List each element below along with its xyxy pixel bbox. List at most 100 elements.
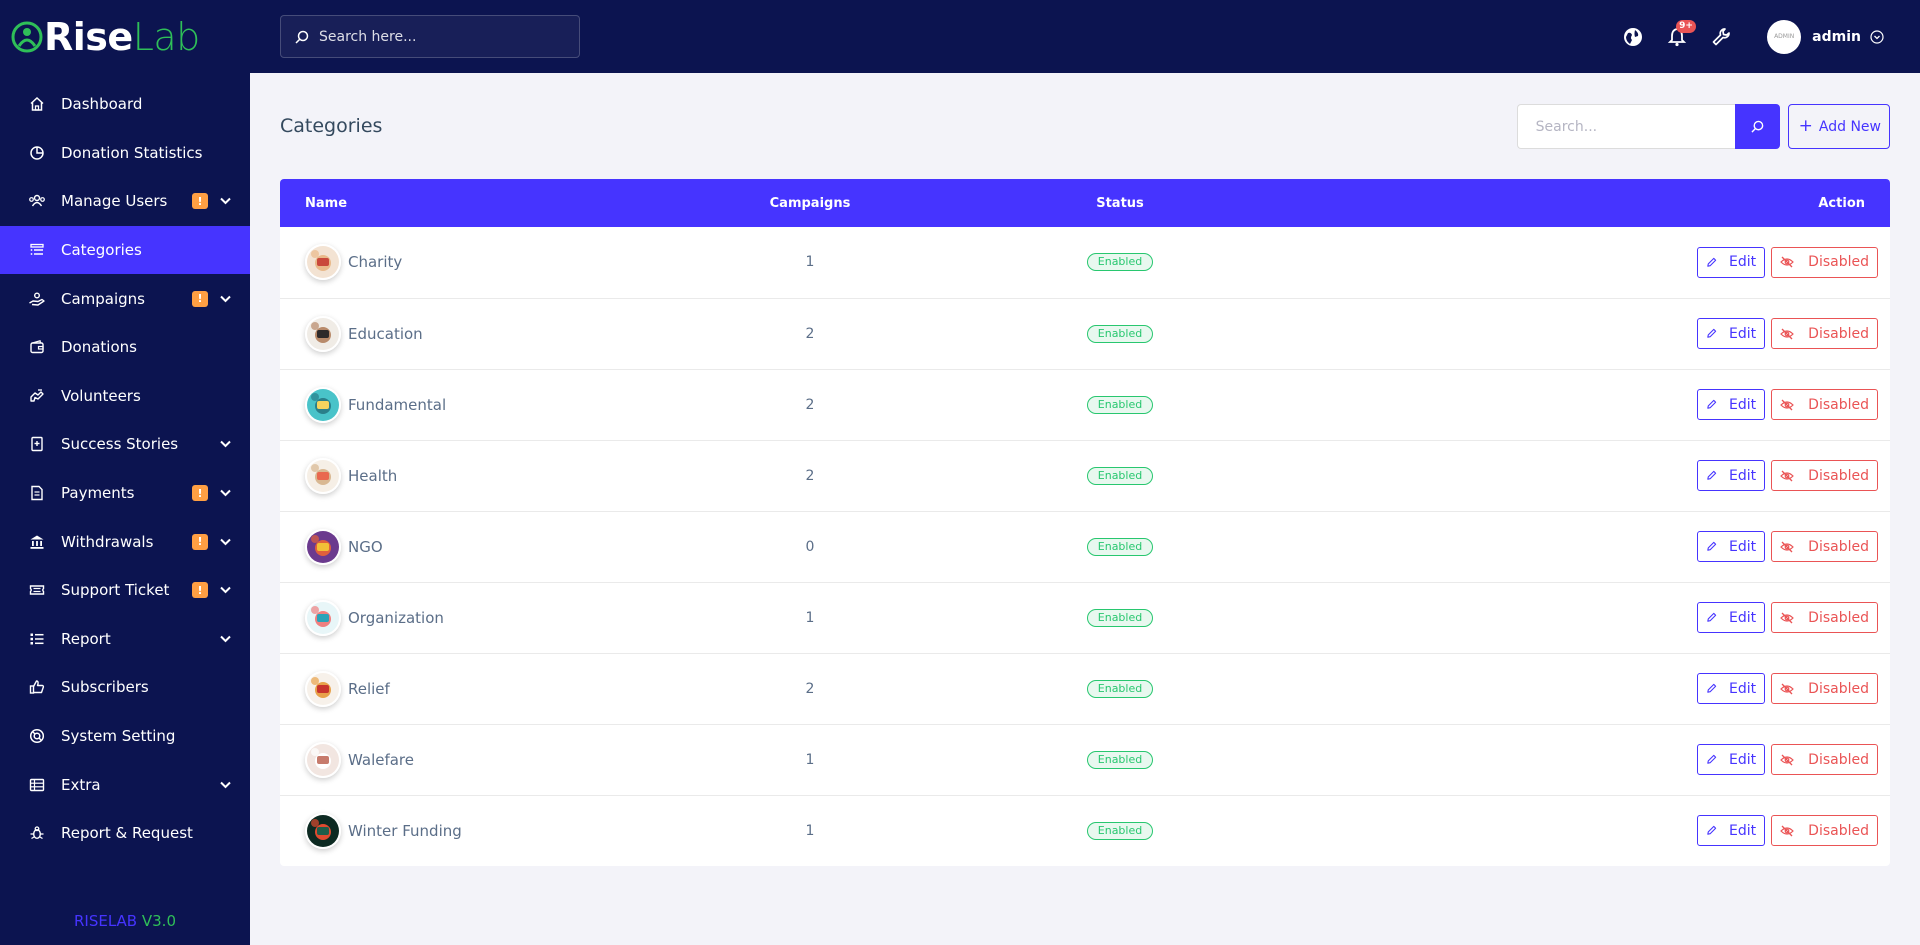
edit-button[interactable]: Edit [1697, 318, 1766, 349]
status-badge: Enabled [1086, 466, 1154, 485]
chevron-down-icon[interactable] [218, 489, 232, 497]
edit-button[interactable]: Edit [1697, 460, 1766, 491]
category-search-input[interactable] [1516, 104, 1735, 149]
sidebar-item-volunteers[interactable]: Volunteers [0, 372, 250, 421]
sidebar-item-label: System Setting [61, 727, 176, 746]
edit-icon [1706, 825, 1723, 836]
action-cell: Edit Disabled [1330, 227, 1890, 298]
global-search-input[interactable] [319, 28, 559, 45]
edit-button[interactable]: Edit [1697, 673, 1766, 704]
sidebar-item-label: Withdrawals [61, 532, 154, 551]
disable-button[interactable]: Disabled [1771, 246, 1878, 278]
sidebar-item-withdrawals[interactable]: Withdrawals! [0, 517, 250, 566]
version-label: RISELAB V3.0 [0, 912, 250, 930]
warning-badge: ! [192, 533, 208, 550]
category-name-wrap: Education [305, 315, 710, 352]
edit-button[interactable]: Edit [1697, 744, 1766, 775]
sidebar-item-manage-users[interactable]: Manage Users! [0, 177, 250, 226]
wrench-icon[interactable] [1709, 25, 1733, 49]
chevron-down-icon[interactable] [218, 781, 232, 789]
add-new-button[interactable]: + Add New [1787, 104, 1890, 149]
category-name: Health [348, 466, 398, 485]
sidebar-item-label: Extra [61, 775, 101, 794]
sidebar-item-label: Donations [61, 338, 137, 357]
disable-button[interactable]: Disabled [1771, 602, 1878, 633]
name-cell: Relief [280, 653, 710, 724]
status-cell: Enabled [910, 724, 1330, 795]
sidebar-item-label: Success Stories [61, 435, 179, 454]
status-cell: Enabled [910, 369, 1330, 440]
sidebar-item-report-request[interactable]: Report & Request [0, 809, 250, 858]
user-menu[interactable]: ADMIN admin [1767, 19, 1884, 54]
status-cell: Enabled [910, 511, 1330, 582]
chevron-down-icon[interactable] [218, 197, 232, 205]
sidebar-item-dashboard[interactable]: Dashboard [0, 80, 250, 129]
chevron-down-icon[interactable] [218, 586, 232, 594]
campaigns-count: 1 [805, 822, 815, 839]
disable-button[interactable]: Disabled [1771, 318, 1878, 349]
campaigns-count: 0 [805, 538, 815, 555]
globe-icon[interactable] [1621, 25, 1645, 49]
page-title: Categories [280, 115, 383, 137]
category-name: Charity [348, 253, 403, 272]
edit-icon [1706, 754, 1723, 765]
categories-table-card: Name Campaigns Status Action Charity 1 Ena… [280, 179, 1890, 866]
edit-icon [1706, 257, 1723, 268]
sidebar-item-campaigns[interactable]: Campaigns! [0, 274, 250, 323]
disable-button[interactable]: Disabled [1771, 460, 1878, 491]
bell-icon[interactable]: 9+ [1665, 19, 1696, 49]
table-row: NGO 0 Enabled Edit Disabled [280, 511, 1890, 582]
disable-button[interactable]: Disabled [1771, 815, 1878, 847]
table-row: Relief 2 Enabled Edit Disabled [280, 653, 1890, 724]
table-header-row: Name Campaigns Status Action [280, 179, 1890, 227]
category-thumbnail [305, 670, 341, 707]
chevron-down-icon[interactable] [218, 295, 232, 303]
campaigns-count: 2 [805, 467, 815, 484]
sidebar-item-donations[interactable]: Donations [0, 323, 250, 372]
edit-button[interactable]: Edit [1697, 246, 1766, 278]
category-search-button[interactable] [1734, 104, 1780, 149]
action-cell: Edit Disabled [1330, 440, 1890, 511]
chevron-down-icon[interactable] [218, 635, 232, 643]
brand-logo[interactable]: Rise Lab [0, 0, 250, 73]
edit-label: Edit [1729, 254, 1757, 271]
edit-button[interactable]: Edit [1697, 389, 1766, 420]
sidebar-item-payments[interactable]: Payments! [0, 469, 250, 518]
header-status: Status [1096, 195, 1144, 211]
edit-button[interactable]: Edit [1697, 602, 1766, 633]
sidebar-item-report[interactable]: Report [0, 615, 250, 664]
disable-button[interactable]: Disabled [1771, 531, 1878, 562]
sidebar-item-subscribers[interactable]: Subscribers [0, 663, 250, 712]
search-icon [295, 30, 309, 44]
chevron-down-icon[interactable] [218, 440, 232, 448]
category-thumbnail [305, 244, 341, 281]
sidebar-item-categories[interactable]: Categories [0, 225, 250, 275]
ticket-icon [28, 581, 46, 599]
campaigns-count: 1 [805, 751, 815, 768]
edit-button[interactable]: Edit [1697, 531, 1766, 562]
sidebar-item-system-setting[interactable]: System Setting [0, 712, 250, 761]
sidebar-item-donation-statistics[interactable]: Donation Statistics [0, 129, 250, 178]
edit-icon [1706, 328, 1723, 339]
header-name: Name [305, 195, 348, 211]
global-search[interactable] [280, 15, 580, 58]
disable-button[interactable]: Disabled [1771, 673, 1878, 704]
sidebar-item-success-stories[interactable]: Success Stories [0, 420, 250, 469]
table-body: Charity 1 Enabled Edit Disabled Education 2 Ena… [280, 227, 1890, 866]
status-cell: Enabled [910, 298, 1330, 369]
disable-button[interactable]: Disabled [1771, 389, 1878, 420]
status-badge: Enabled [1086, 679, 1154, 698]
sidebar-item-support-ticket[interactable]: Support Ticket! [0, 566, 250, 615]
disable-button[interactable]: Disabled [1771, 744, 1878, 775]
sidebar-item-extra[interactable]: Extra [0, 760, 250, 809]
status-cell: Enabled [910, 795, 1330, 866]
category-name: Walefare [348, 750, 414, 769]
edit-icon [1706, 612, 1723, 623]
chevron-down-icon[interactable] [218, 538, 232, 546]
edit-button[interactable]: Edit [1697, 815, 1766, 847]
status-badge: Enabled [1086, 253, 1154, 272]
campaigns-count: 2 [805, 396, 815, 413]
category-name-wrap: Organization [305, 599, 710, 636]
disable-label: Disabled [1808, 467, 1869, 484]
category-search [1516, 104, 1780, 149]
